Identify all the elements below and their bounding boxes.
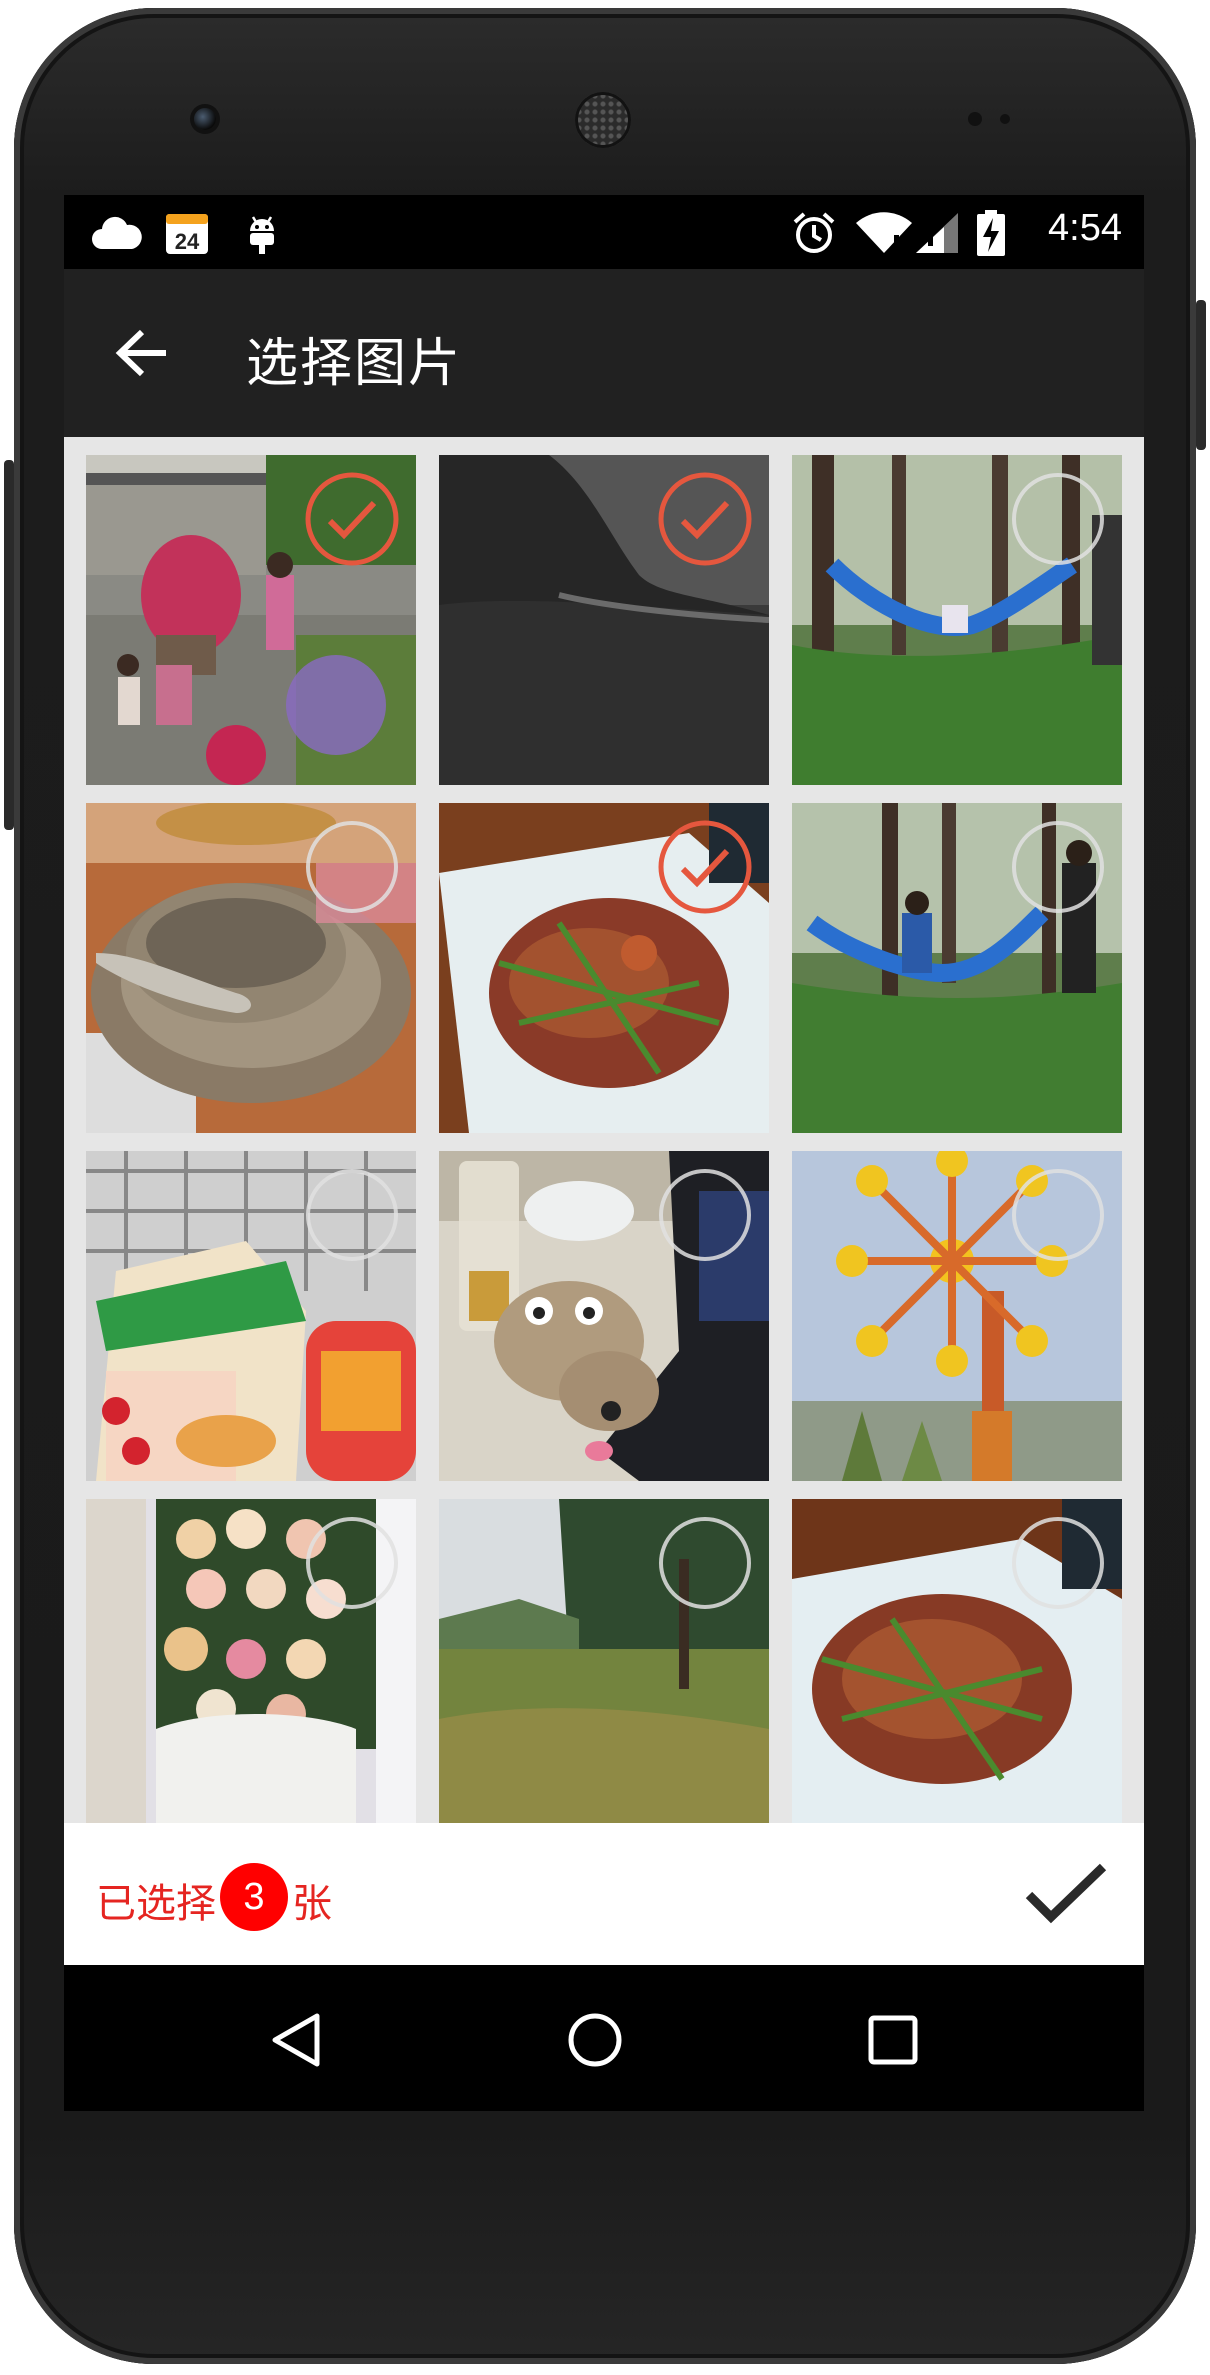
photo-tile[interactable] [86,1499,416,1823]
wifi-icon [854,211,914,255]
unselected-circle-icon[interactable] [304,819,400,915]
selected-count-badge: 3 [220,1863,288,1931]
nav-back-button[interactable] [250,1995,340,2085]
android-debug-icon [244,211,280,255]
app-bar: 选择图片 [64,269,1144,437]
back-button[interactable] [104,315,180,391]
status-time: 4:54 [1048,207,1122,249]
checkmark-icon [1025,1863,1107,1924]
status-bar: 24 4:54 [64,195,1144,269]
system-nav-bar [64,1965,1144,2111]
selected-check-icon[interactable] [657,819,753,915]
volume-button [4,460,14,830]
selected-check-icon[interactable] [304,471,400,567]
calendar-icon: 24 [164,211,210,255]
unselected-circle-icon[interactable] [1010,1167,1106,1263]
earpiece-speaker [575,92,631,148]
recents-square-icon [868,2015,918,2065]
photo-tile[interactable] [439,1151,769,1481]
unselected-circle-icon[interactable] [1010,819,1106,915]
page-title: 选择图片 [246,334,463,394]
cloud-icon [90,211,144,255]
photo-grid [64,437,1144,1823]
nav-home-button[interactable] [550,1995,640,2085]
selection-bar: 已选择 3 张 [64,1823,1144,1965]
unselected-circle-icon[interactable] [657,1167,753,1263]
unselected-circle-icon[interactable] [304,1167,400,1263]
alarm-icon [790,211,838,255]
unselected-circle-icon[interactable] [1010,471,1106,567]
signal-icon [914,211,960,255]
light-sensor [1000,114,1010,124]
photo-tile[interactable] [792,1151,1122,1481]
battery-charging-icon [976,210,1006,256]
photo-tile[interactable] [792,803,1122,1133]
photo-tile[interactable] [86,803,416,1133]
selected-prefix-label: 已选择 [96,1881,216,1927]
photo-tile[interactable] [86,455,416,785]
photo-tile[interactable] [792,1499,1122,1823]
nav-recents-button[interactable] [848,1995,938,2085]
photo-tile[interactable] [439,803,769,1133]
unselected-circle-icon[interactable] [304,1515,400,1611]
photo-tile[interactable] [86,1151,416,1481]
back-triangle-icon [272,2013,320,2067]
screen: 24 4:54 选择图片 已选择 3 张 [64,195,1144,2111]
arrow-back-icon [115,329,166,377]
selected-check-icon[interactable] [657,471,753,567]
selected-suffix-label: 张 [292,1881,332,1927]
photo-tile[interactable] [439,455,769,785]
proximity-sensor [968,112,982,126]
calendar-day-text: 24 [175,229,200,254]
confirm-button[interactable] [1018,1851,1114,1937]
photo-tile[interactable] [792,455,1122,785]
unselected-circle-icon[interactable] [657,1515,753,1611]
unselected-circle-icon[interactable] [1010,1515,1106,1611]
photo-tile[interactable] [439,1499,769,1823]
power-button [1196,300,1206,450]
front-camera [194,108,216,130]
home-circle-icon [568,2013,622,2067]
